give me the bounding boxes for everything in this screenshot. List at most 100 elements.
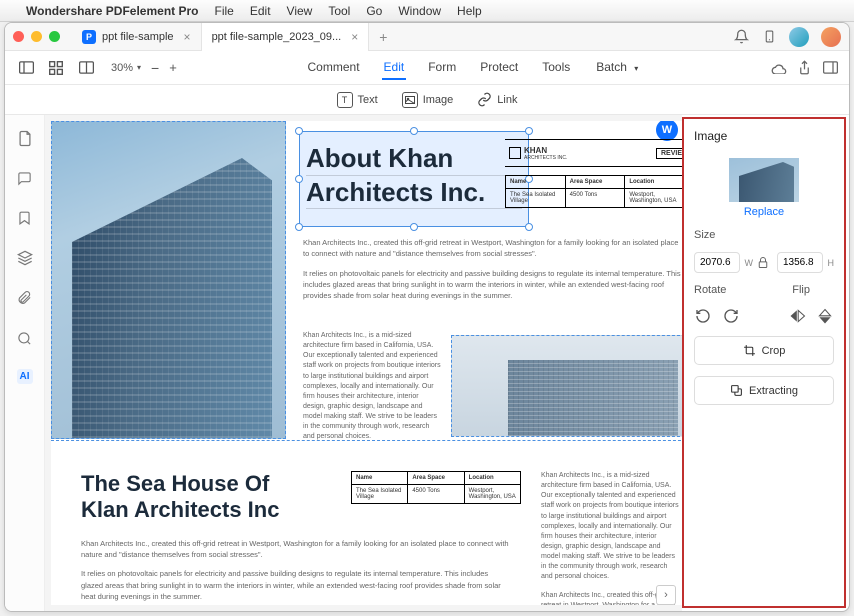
search-icon[interactable]	[16, 329, 34, 347]
scroll-right-button[interactable]: ›	[656, 585, 676, 605]
resize-handle[interactable]	[295, 223, 303, 231]
image-properties-panel: Image Replace Size W H Rotate Flip	[682, 117, 846, 608]
mobile-icon[interactable]	[761, 29, 777, 45]
traffic-lights	[13, 31, 60, 42]
resize-handle[interactable]	[295, 127, 303, 135]
text-selection-box[interactable]: About Khan Architects Inc.	[299, 131, 529, 227]
comment-icon[interactable]	[16, 169, 34, 187]
building-image-selected[interactable]	[51, 121, 286, 439]
view-mode-icon[interactable]	[75, 57, 97, 79]
avatar-1[interactable]	[789, 27, 809, 47]
resize-handle[interactable]	[525, 223, 533, 231]
menu-file[interactable]: File	[215, 4, 234, 18]
rotate-flip-labels: Rotate Flip	[694, 284, 834, 296]
resize-handle[interactable]	[410, 223, 418, 231]
menu-edit[interactable]: Edit	[250, 4, 271, 18]
text-tool[interactable]: T Text	[337, 92, 378, 108]
cloud-icon[interactable]	[771, 60, 787, 76]
menu-tool[interactable]: Tool	[328, 4, 350, 18]
image-tool[interactable]: Image	[402, 92, 454, 108]
tab-label: ppt file-sample	[102, 31, 174, 43]
main-area: AI About Khan Architects Inc.	[5, 115, 849, 611]
height-label: H	[828, 258, 835, 268]
flip-horizontal-icon[interactable]	[788, 307, 806, 325]
panel-title: Image	[694, 129, 834, 143]
menu-help[interactable]: Help	[457, 4, 482, 18]
sidebar-toggle-icon[interactable]	[15, 57, 37, 79]
bookmark-icon[interactable]	[16, 209, 34, 227]
document-page: About Khan Architects Inc. W	[51, 121, 682, 605]
menu-view[interactable]: View	[287, 4, 313, 18]
tab-edit[interactable]: Edit	[382, 56, 407, 80]
crop-label: Crop	[762, 345, 786, 357]
zoom-in-button[interactable]: +	[169, 60, 177, 75]
toolbar-center: Comment Edit Form Protect Tools Batch ▾	[306, 56, 643, 80]
link-tool[interactable]: Link	[477, 92, 517, 107]
extracting-button[interactable]: Extracting	[694, 376, 834, 405]
tab-comment[interactable]: Comment	[306, 56, 362, 80]
thumbnails-icon[interactable]	[45, 57, 67, 79]
info-table-2: Name Area Space Location The Sea Isolate…	[351, 471, 521, 504]
text-tool-label: Text	[358, 94, 378, 106]
lock-aspect-icon[interactable]	[758, 256, 772, 269]
tab-1[interactable]: P ppt file-sample ×	[72, 23, 202, 51]
text-icon: T	[337, 92, 353, 108]
window-close-button[interactable]	[13, 31, 24, 42]
crop-button[interactable]: Crop	[694, 336, 834, 365]
tab-tools[interactable]: Tools	[540, 56, 572, 80]
titlebar-right	[733, 27, 841, 47]
height-input[interactable]	[777, 252, 823, 273]
width-label: W	[745, 258, 754, 268]
rotate-right-icon[interactable]	[722, 307, 740, 325]
rotate-flip-icons	[694, 307, 834, 325]
chevron-down-icon: ▾	[632, 60, 640, 77]
menu-go[interactable]: Go	[366, 4, 382, 18]
khan-logo: KHAN ARCHITECTS INC.	[509, 146, 567, 161]
image-thumbnail[interactable]	[729, 158, 799, 202]
menu-window[interactable]: Window	[398, 4, 441, 18]
panel-toggle-icon[interactable]	[823, 60, 839, 76]
close-icon[interactable]: ×	[351, 30, 358, 44]
edit-subtoolbar: T Text Image Link	[5, 85, 849, 115]
tab-batch[interactable]: Batch ▾	[592, 56, 642, 80]
app-window: P ppt file-sample × ppt file-sample_2023…	[4, 22, 850, 612]
app-name[interactable]: Wondershare PDFelement Pro	[26, 4, 199, 18]
close-icon[interactable]: ×	[184, 30, 191, 44]
attachment-icon[interactable]	[16, 289, 34, 307]
replace-button[interactable]: Replace	[694, 206, 834, 218]
info-table-1: Name Area Space Location The Sea Isolate…	[505, 175, 682, 208]
page-icon[interactable]	[16, 129, 34, 147]
logo-mark-icon	[509, 147, 521, 159]
column-text: Khan Architects Inc., is a mid-sized arc…	[303, 331, 443, 443]
rotate-left-icon[interactable]	[694, 307, 712, 325]
resize-handle[interactable]	[295, 175, 303, 183]
resize-handle[interactable]	[525, 127, 533, 135]
layers-icon[interactable]	[16, 249, 34, 267]
sea-house-title: The Sea House Of Klan Architects Inc	[81, 471, 331, 524]
window-maximize-button[interactable]	[49, 31, 60, 42]
avatar-2[interactable]	[821, 27, 841, 47]
window-minimize-button[interactable]	[31, 31, 42, 42]
width-input[interactable]	[694, 252, 740, 273]
review-badge: REVIE	[656, 148, 682, 159]
logo-strip: KHAN ARCHITECTS INC. REVIE	[505, 139, 682, 167]
tab-2[interactable]: ppt file-sample_2023_09... ×	[202, 23, 370, 51]
resize-handle[interactable]	[410, 127, 418, 135]
chevron-down-icon[interactable]: ▾	[137, 63, 141, 72]
zoom-out-button[interactable]: −	[151, 60, 159, 76]
about-title: About Khan Architects Inc.	[300, 132, 528, 219]
bottom-body-text: Khan Architects Inc., created this off-g…	[81, 538, 511, 602]
add-tab-button[interactable]: +	[369, 29, 397, 45]
document-canvas[interactable]: About Khan Architects Inc. W	[45, 115, 682, 611]
zoom-value[interactable]: 30%	[111, 62, 133, 74]
share-icon[interactable]	[797, 60, 813, 76]
zoom-control: 30% ▾ − +	[111, 60, 177, 76]
tab-form[interactable]: Form	[426, 56, 458, 80]
bell-icon[interactable]	[733, 29, 749, 45]
tab-protect[interactable]: Protect	[478, 56, 520, 80]
extracting-label: Extracting	[749, 385, 798, 397]
flip-vertical-icon[interactable]	[816, 307, 834, 325]
main-toolbar: 30% ▾ − + Comment Edit Form Protect Tool…	[5, 51, 849, 85]
ai-button[interactable]: AI	[17, 369, 33, 384]
small-building-image[interactable]	[451, 335, 682, 437]
